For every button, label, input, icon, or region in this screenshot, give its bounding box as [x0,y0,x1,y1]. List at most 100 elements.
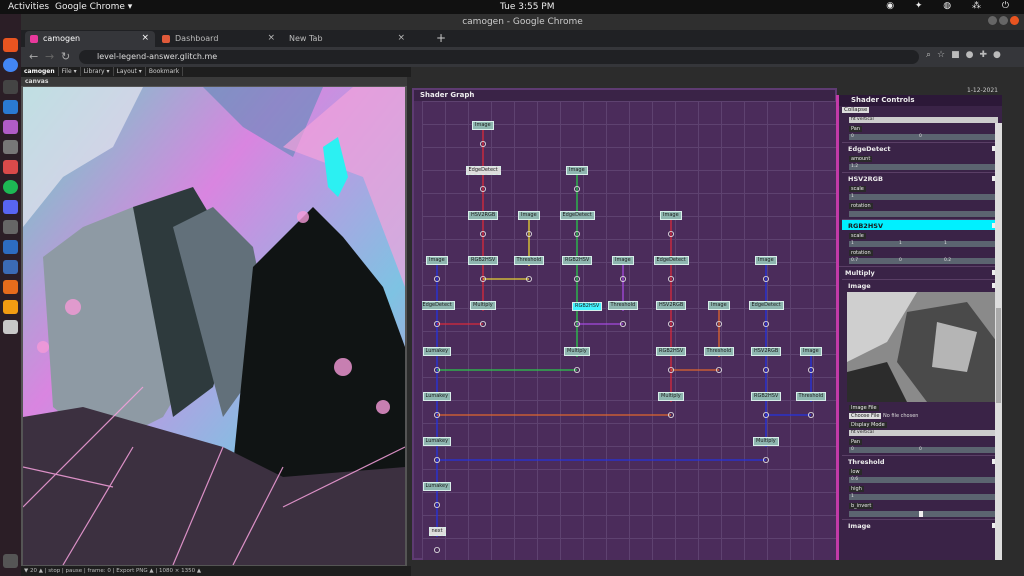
graph-node[interactable]: Lumakey [422,482,452,491]
discord-icon[interactable] [3,200,18,214]
graph-node[interactable]: Lumakey [422,347,452,356]
graph-node[interactable]: Image [426,256,448,265]
new-tab-button[interactable]: + [436,31,446,45]
graph-node[interactable]: Threshold [703,347,735,356]
notes-icon[interactable] [3,320,18,334]
ubuntu-software-icon[interactable] [3,38,18,52]
show-apps-icon[interactable] [3,554,18,568]
photos-icon[interactable] [3,120,18,134]
graph-node[interactable]: Image [566,166,588,175]
controls-scrollbar[interactable] [995,123,1002,560]
vlc-icon[interactable] [3,300,18,314]
threshold-section[interactable]: Threshold [842,455,999,466]
address-bar[interactable]: level-legend-answer.glitch.me [79,50,919,64]
amount-field[interactable]: 1.2 [849,164,998,170]
choose-file-button[interactable]: Choose File [849,413,882,419]
graph-node[interactable]: HSV2RGB [468,211,499,220]
edgedetect-section[interactable]: EdgeDetect [842,142,999,153]
system-tray[interactable]: ◉ ✦ ◍ ⁂ ⏻ [886,1,1018,11]
graph-node[interactable]: Threshold [795,392,827,401]
canvas-image[interactable] [23,87,405,565]
graph-node[interactable]: Image [612,256,634,265]
chrome-icon[interactable] [3,58,18,72]
maximize-icon[interactable] [999,16,1008,25]
canvas-status-bar[interactable]: ▼ 20 ▲ | stop | pause | frame: 0 | Expor… [21,566,411,576]
low-field[interactable]: 0.6 [849,477,998,483]
blender-icon[interactable] [3,280,18,294]
graph-node[interactable]: RGB2HSV [751,392,782,401]
graph-node[interactable]: EdgeDetect [422,301,455,310]
graph-node[interactable]: Multiply [753,437,779,446]
graph-node[interactable]: Image [660,211,682,220]
terminal-icon[interactable] [3,80,18,94]
tab-new[interactable]: New Tab × [283,31,411,47]
top-pan-field[interactable]: 00 [849,134,998,140]
graph-node[interactable]: Image [708,301,730,310]
back-icon[interactable]: ← [29,50,38,63]
pan-field[interactable]: 00 [849,447,998,453]
graph-node[interactable]: Image [518,211,540,220]
tab-close-icon[interactable]: × [267,33,275,43]
files-icon[interactable] [3,140,18,154]
rotation-field[interactable] [849,211,998,217]
app-menu[interactable]: Google Chrome ▾ [55,2,132,12]
tools-icon[interactable] [3,220,18,234]
graph-node[interactable]: EdgeDetect [748,301,784,310]
graph-node[interactable]: EdgeDetect [465,166,501,175]
close-icon[interactable] [1010,16,1019,25]
graph-node[interactable]: Image [472,121,494,130]
settings-icon[interactable] [3,160,18,174]
scale-field[interactable]: 1 [849,194,998,200]
top-display-select[interactable]: fit vertical [849,117,998,123]
rotation-field[interactable]: 0.7 0 0.2 [849,258,998,264]
shader-graph-canvas[interactable]: Image EdgeDetect Image HSV2RGB Image EdgeDete… [422,101,837,560]
reload-icon[interactable]: ↻ [61,50,70,63]
menu-layout[interactable]: Layout ▾ [114,67,146,76]
activities-button[interactable]: Activities [8,2,49,12]
graph-node[interactable]: HSV2RGB [751,347,782,356]
graph-node[interactable]: Multiply [470,301,496,310]
clock[interactable]: Tue 3:55 PM [500,2,555,12]
menu-file[interactable]: File ▾ [59,67,81,76]
menu-bookmark[interactable]: Bookmark [146,67,184,76]
graph-node[interactable]: Lumakey [422,392,452,401]
graph-node[interactable]: EdgeDetect [653,256,689,265]
node-port[interactable] [433,546,440,553]
scale-field[interactable]: 1 1 1 [849,241,998,247]
tab-dashboard[interactable]: Dashboard × [157,31,281,47]
tab-camogen[interactable]: camogen × [25,31,155,47]
graph-node[interactable]: Lumakey [422,437,452,446]
graph-node[interactable]: RGB2HSV [572,302,603,311]
rgb2hsv-section[interactable]: RGB2HSV [842,219,999,230]
spotify-icon[interactable] [3,180,18,194]
hsv2rgb-section[interactable]: HSV2RGB [842,172,999,183]
minimize-icon[interactable] [988,16,997,25]
graph-node[interactable]: EdgeDetect [559,211,595,220]
display-mode-select[interactable]: fit vertical [849,430,998,436]
extensions-icons[interactable]: ⌕☆■●✚● [926,50,1007,60]
tab-close-icon[interactable]: × [397,33,405,43]
scrollbar-thumb[interactable] [996,308,1001,403]
graph-node[interactable]: Threshold [513,256,545,265]
invert-slider[interactable] [849,511,998,517]
graph-node[interactable]: Image [800,347,822,356]
high-field[interactable]: 1 [849,494,998,500]
image2-section[interactable]: Image [842,519,999,530]
collapse-button[interactable]: Collapse [842,107,870,113]
monitor-icon[interactable] [3,260,18,274]
slider-thumb[interactable] [919,511,923,517]
multiply-section[interactable]: Multiply [839,266,999,277]
graph-node[interactable]: next [428,527,446,536]
image-section[interactable]: Image [842,279,999,290]
forward-icon[interactable]: → [45,50,54,63]
graph-node[interactable]: RGB2HSV [656,347,687,356]
graph-node[interactable]: RGB2HSV [562,256,593,265]
graph-node[interactable]: HSV2RGB [656,301,687,310]
vscode-icon[interactable] [3,100,18,114]
graph-node[interactable]: Multiply [658,392,684,401]
graph-node[interactable]: Image [755,256,777,265]
graph-node[interactable]: RGB2HSV [468,256,499,265]
graph-node[interactable]: Threshold [607,301,639,310]
screenshot-icon[interactable] [3,240,18,254]
menu-library[interactable]: Library ▾ [81,67,114,76]
